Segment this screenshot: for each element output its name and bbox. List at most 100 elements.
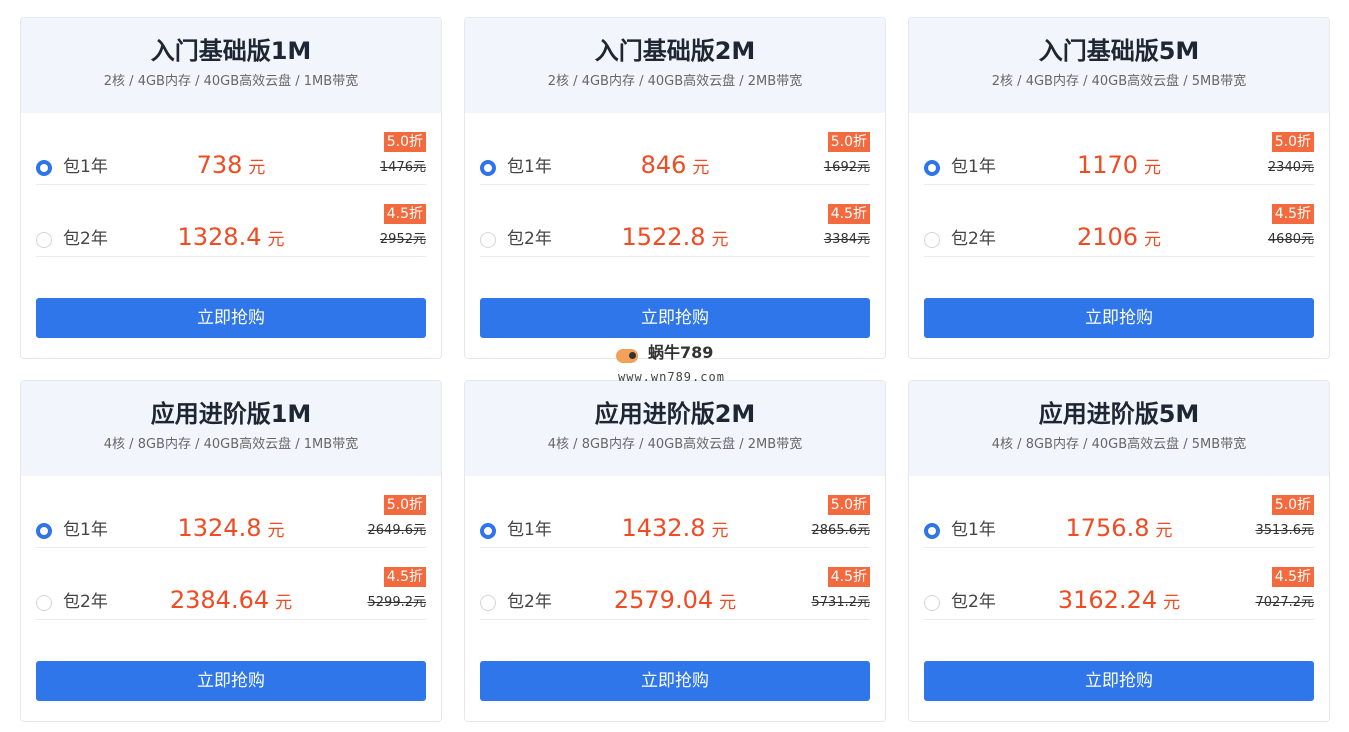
plan-option-2y[interactable]: 包2年 1522.8 元 4.5折 3384元: [480, 185, 870, 257]
plan-card: 入门基础版2M 2核 / 4GB内存 / 40GB高效云盘 / 2MB带宽 包1…: [464, 17, 886, 359]
plan-option-1y[interactable]: 包1年 1432.8 元 5.0折 2865.6元: [480, 476, 870, 548]
buy-now-button[interactable]: 立即抢购: [480, 661, 870, 701]
plan-spec: 4核 / 8GB内存 / 40GB高效云盘 / 1MB带宽: [103, 437, 359, 452]
plan-title: 入门基础版1M: [150, 37, 312, 65]
option-price: 2106 元: [924, 222, 1314, 255]
watermark: 蜗牛789 www.wn789.com: [612, 343, 742, 389]
discount-badge: 5.0折: [827, 132, 870, 152]
buy-now-button[interactable]: 立即抢购: [924, 661, 1314, 701]
plan-spec: 2核 / 4GB内存 / 40GB高效云盘 / 5MB带宽: [991, 74, 1247, 89]
plan-card: 应用进阶版2M 4核 / 8GB内存 / 40GB高效云盘 / 2MB带宽 包1…: [464, 380, 886, 722]
original-price: 4680元: [1267, 232, 1314, 247]
plan-option-2y[interactable]: 包2年 2579.04 元 4.5折 5731.2元: [480, 548, 870, 620]
original-price: 5731.2元: [811, 595, 871, 610]
plan-title: 应用进阶版1M: [150, 400, 312, 428]
plan-options: 包1年 1170 元 5.0折 2340元 包2年 2106 元 4.5折 4680…: [909, 113, 1329, 257]
option-price: 738 元: [36, 150, 426, 183]
price-value: 738: [196, 151, 243, 179]
discount-badge: 5.0折: [383, 132, 426, 152]
plan-header: 入门基础版5M 2核 / 4GB内存 / 40GB高效云盘 / 5MB带宽: [909, 18, 1329, 113]
plan-option-1y[interactable]: 包1年 1756.8 元 5.0折 3513.6元: [924, 476, 1314, 548]
option-price: 1170 元: [924, 150, 1314, 183]
plan-spec: 2核 / 4GB内存 / 40GB高效云盘 / 2MB带宽: [547, 74, 803, 89]
price-value: 1756.8: [1065, 514, 1150, 542]
plan-options: 包1年 1324.8 元 5.0折 2649.6元 包2年 2384.64 元 4.…: [21, 476, 441, 620]
price-unit: 元: [267, 521, 285, 541]
original-price: 2649.6元: [367, 523, 427, 538]
option-price: 1328.4 元: [36, 222, 426, 255]
plan-spec: 2核 / 4GB内存 / 40GB高效云盘 / 1MB带宽: [103, 74, 359, 89]
plan-options: 包1年 1756.8 元 5.0折 3513.6元 包2年 3162.24 元 4.…: [909, 476, 1329, 620]
price-value: 1432.8: [621, 514, 706, 542]
price-value: 2384.64: [169, 586, 270, 614]
original-price: 3513.6元: [1255, 523, 1315, 538]
buy-now-button[interactable]: 立即抢购: [924, 298, 1314, 338]
discount-badge: 5.0折: [383, 495, 426, 515]
price-unit: 元: [1163, 593, 1181, 613]
watermark-url: www.wn789.com: [618, 370, 725, 384]
plan-card: 应用进阶版1M 4核 / 8GB内存 / 40GB高效云盘 / 1MB带宽 包1…: [20, 380, 442, 722]
discount-badge: 5.0折: [1271, 495, 1314, 515]
plan-spec: 4核 / 8GB内存 / 40GB高效云盘 / 5MB带宽: [991, 437, 1247, 452]
price-value: 1170: [1076, 151, 1139, 179]
discount-badge: 4.5折: [827, 567, 870, 587]
plan-header: 应用进阶版5M 4核 / 8GB内存 / 40GB高效云盘 / 5MB带宽: [909, 381, 1329, 476]
discount-badge: 4.5折: [383, 567, 426, 587]
price-value: 3162.24: [1057, 586, 1158, 614]
plan-header: 入门基础版1M 2核 / 4GB内存 / 40GB高效云盘 / 1MB带宽: [21, 18, 441, 113]
option-price: 1522.8 元: [480, 222, 870, 255]
original-price: 2865.6元: [811, 523, 871, 538]
price-unit: 元: [267, 230, 285, 250]
plan-option-2y[interactable]: 包2年 2384.64 元 4.5折 5299.2元: [36, 548, 426, 620]
buy-now-button[interactable]: 立即抢购: [36, 661, 426, 701]
discount-badge: 4.5折: [1271, 567, 1314, 587]
discount-badge: 4.5折: [383, 204, 426, 224]
plan-options: 包1年 738 元 5.0折 1476元 包2年 1328.4 元 4.5折 295…: [21, 113, 441, 257]
original-price: 5299.2元: [367, 595, 427, 610]
discount-badge: 5.0折: [1271, 132, 1314, 152]
plan-card: 入门基础版1M 2核 / 4GB内存 / 40GB高效云盘 / 1MB带宽 包1…: [20, 17, 442, 359]
price-unit: 元: [1144, 230, 1162, 250]
plan-options: 包1年 1432.8 元 5.0折 2865.6元 包2年 2579.04 元 4.…: [465, 476, 885, 620]
price-value: 1522.8: [621, 223, 706, 251]
plan-option-1y[interactable]: 包1年 846 元 5.0折 1692元: [480, 113, 870, 185]
original-price: 1476元: [379, 160, 426, 175]
buy-now-button[interactable]: 立即抢购: [480, 298, 870, 338]
plan-option-1y[interactable]: 包1年 738 元 5.0折 1476元: [36, 113, 426, 185]
original-price: 7027.2元: [1255, 595, 1315, 610]
plan-header: 应用进阶版2M 4核 / 8GB内存 / 40GB高效云盘 / 2MB带宽: [465, 381, 885, 476]
original-price: 3384元: [823, 232, 870, 247]
price-unit: 元: [248, 158, 266, 178]
price-value: 2579.04: [613, 586, 714, 614]
original-price: 1692元: [823, 160, 870, 175]
price-unit: 元: [1144, 158, 1162, 178]
price-unit: 元: [711, 521, 729, 541]
price-value: 1328.4: [177, 223, 262, 251]
price-unit: 元: [719, 593, 737, 613]
snail-logo-icon: [616, 349, 638, 363]
plan-header: 入门基础版2M 2核 / 4GB内存 / 40GB高效云盘 / 2MB带宽: [465, 18, 885, 113]
price-unit: 元: [692, 158, 710, 178]
plan-option-1y[interactable]: 包1年 1324.8 元 5.0折 2649.6元: [36, 476, 426, 548]
plan-option-2y[interactable]: 包2年 3162.24 元 4.5折 7027.2元: [924, 548, 1314, 620]
plan-title: 入门基础版5M: [1038, 37, 1200, 65]
discount-badge: 5.0折: [827, 495, 870, 515]
plan-options: 包1年 846 元 5.0折 1692元 包2年 1522.8 元 4.5折 338…: [465, 113, 885, 257]
plan-title: 应用进阶版2M: [594, 400, 756, 428]
plan-option-2y[interactable]: 包2年 2106 元 4.5折 4680元: [924, 185, 1314, 257]
plan-spec: 4核 / 8GB内存 / 40GB高效云盘 / 2MB带宽: [547, 437, 803, 452]
watermark-name: 蜗牛789: [648, 343, 714, 362]
discount-badge: 4.5折: [827, 204, 870, 224]
price-unit: 元: [1155, 521, 1173, 541]
plan-card: 应用进阶版5M 4核 / 8GB内存 / 40GB高效云盘 / 5MB带宽 包1…: [908, 380, 1330, 722]
price-value: 2106: [1076, 223, 1139, 251]
plan-option-1y[interactable]: 包1年 1170 元 5.0折 2340元: [924, 113, 1314, 185]
plan-title: 应用进阶版5M: [1038, 400, 1200, 428]
buy-now-button[interactable]: 立即抢购: [36, 298, 426, 338]
price-value: 1324.8: [177, 514, 262, 542]
plan-header: 应用进阶版1M 4核 / 8GB内存 / 40GB高效云盘 / 1MB带宽: [21, 381, 441, 476]
plan-title: 入门基础版2M: [594, 37, 756, 65]
original-price: 2340元: [1267, 160, 1314, 175]
price-unit: 元: [275, 593, 293, 613]
plan-option-2y[interactable]: 包2年 1328.4 元 4.5折 2952元: [36, 185, 426, 257]
